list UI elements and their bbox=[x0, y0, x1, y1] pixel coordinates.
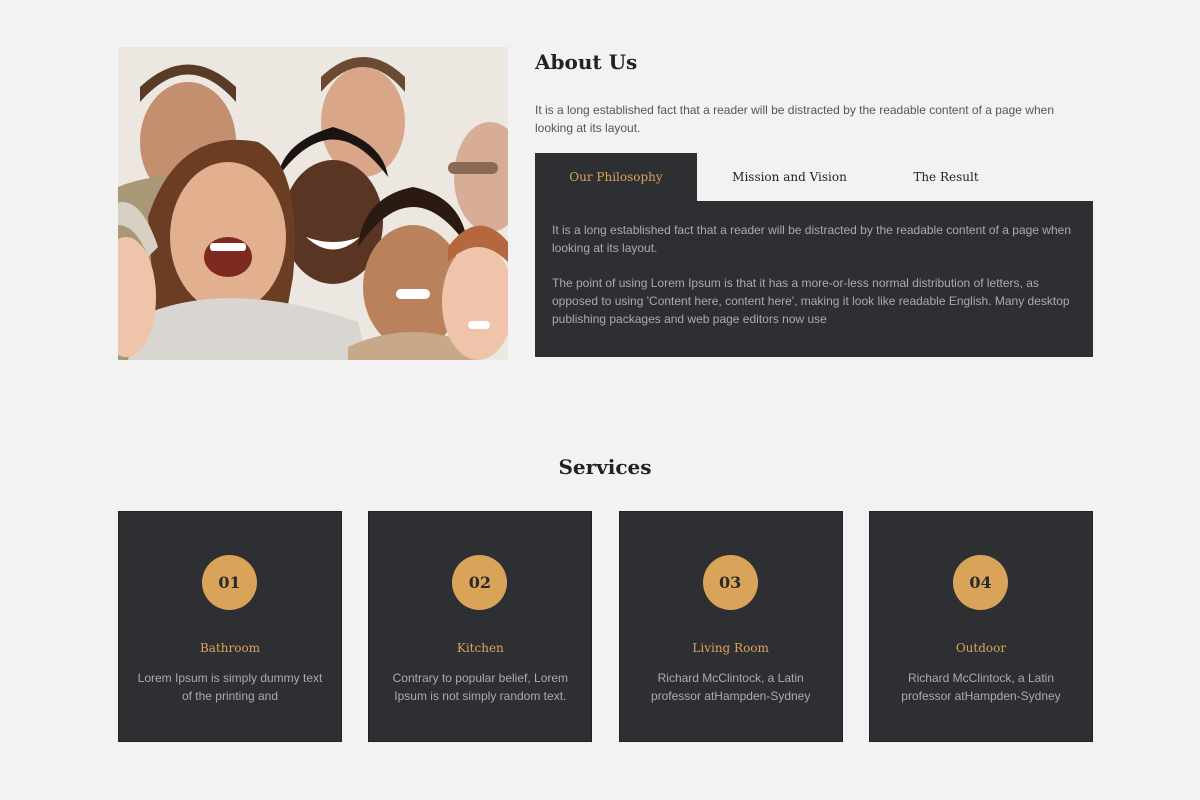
service-description: Contrary to popular belief, Lorem Ipsum … bbox=[392, 671, 569, 703]
tab-our-philosophy[interactable]: Our Philosophy bbox=[535, 153, 697, 201]
group-photo bbox=[118, 47, 508, 360]
service-title[interactable]: Living Room bbox=[620, 641, 842, 655]
tab-mission-and-vision[interactable]: Mission and Vision bbox=[697, 153, 882, 201]
about-title: About Us bbox=[535, 50, 638, 74]
service-number-badge: 03 bbox=[702, 555, 758, 610]
service-number-badge: 01 bbox=[202, 555, 257, 610]
service-card-living-room[interactable]: 03 Living Room Richard McClintock, a Lat… bbox=[618, 511, 843, 742]
tab-panel-paragraph-1: It is a long established fact that a rea… bbox=[552, 223, 1071, 255]
tab-panel-paragraph-2: The point of using Lorem Ipsum is that i… bbox=[552, 276, 1070, 326]
service-number-badge: 04 bbox=[952, 555, 1008, 610]
service-card-kitchen[interactable]: 02 Kitchen Contrary to popular belief, L… bbox=[368, 511, 593, 742]
services-list: 01 Bathroom Lorem Ipsum is simply dummy … bbox=[118, 511, 1093, 742]
service-card-outdoor[interactable]: 04 Outdoor Richard McClintock, a Latin p… bbox=[868, 511, 1093, 742]
service-card-bathroom[interactable]: 01 Bathroom Lorem Ipsum is simply dummy … bbox=[118, 511, 342, 742]
service-description: Richard McClintock, a Latin professor at… bbox=[901, 671, 1061, 703]
service-title[interactable]: Outdoor bbox=[870, 641, 1092, 655]
service-description: Lorem Ipsum is simply dummy text of the … bbox=[137, 671, 323, 703]
about-description: It is a long established fact that a rea… bbox=[535, 103, 1054, 135]
about-section: About Us It is a long established fact t… bbox=[535, 47, 1093, 357]
about-tabs: Our Philosophy Mission and Vision The Re… bbox=[535, 153, 1093, 201]
service-title[interactable]: Kitchen bbox=[369, 641, 591, 655]
tab-panel: It is a long established fact that a rea… bbox=[535, 201, 1093, 357]
service-title[interactable]: Bathroom bbox=[119, 641, 341, 655]
service-description: Richard McClintock, a Latin professor at… bbox=[650, 671, 811, 703]
service-number-badge: 02 bbox=[452, 555, 508, 610]
tab-the-result[interactable]: The Result bbox=[882, 153, 1010, 201]
services-title: Services bbox=[558, 455, 652, 479]
